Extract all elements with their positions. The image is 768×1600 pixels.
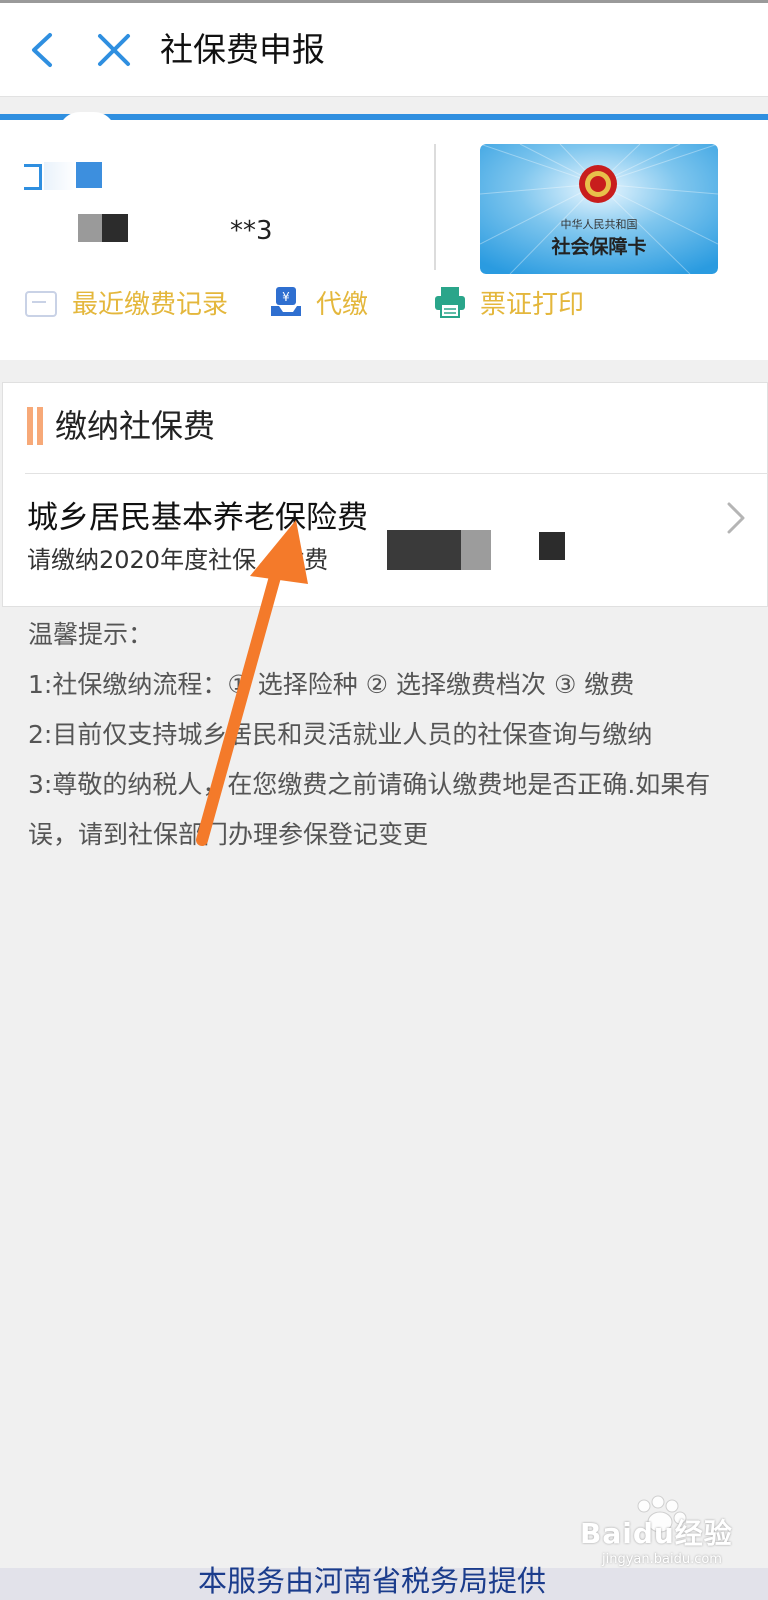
id-number-tail: **3	[230, 216, 273, 246]
link-label: 票证打印	[480, 289, 585, 320]
close-icon	[98, 34, 130, 66]
link-label: 代缴	[316, 289, 369, 320]
footer-text: 本服务由河南省税务局提供	[198, 1564, 547, 1598]
link-proxy-payment[interactable]: ¥ 代缴	[268, 280, 368, 324]
item-subtitle: 请缴纳2020年度社保，缴费	[27, 546, 329, 574]
name-fragment	[24, 164, 42, 190]
pension-insurance-item[interactable]: 城乡居民基本养老保险费 请缴纳2020年度社保，缴费	[3, 474, 768, 606]
section-accent-bar	[27, 407, 43, 445]
vertical-divider	[434, 144, 436, 270]
social-security-card-image: 中华人民共和国 社会保障卡	[480, 144, 718, 274]
amount-mask	[387, 530, 463, 570]
amount-mask	[539, 532, 565, 560]
amount-mask	[461, 530, 491, 570]
record-icon	[25, 291, 57, 317]
back-chevron-icon	[32, 33, 52, 67]
pay-section: 缴纳社保费 城乡居民基本养老保险费 请缴纳2020年度社保，缴费	[2, 382, 768, 607]
watermark-url: jingyan.baidu.com	[602, 1552, 722, 1567]
link-label: 最近缴费记录	[72, 289, 229, 320]
app-header: 社保费申报	[0, 3, 768, 97]
tips-block: 温馨提示： 1:社保缴纳流程：① 选择险种 ② 选择缴费档次 ③ 缴费 2:目前…	[28, 610, 748, 860]
amount-mask	[391, 570, 651, 600]
printer-icon	[435, 287, 465, 318]
name-blur	[44, 162, 76, 190]
payment-icon: ¥	[271, 287, 301, 316]
page-title: 社保费申报	[160, 30, 325, 69]
user-info-card: **3 中华人民共和国 社会保障卡 最近缴费记录 ¥ 代缴 票证打印	[0, 120, 768, 360]
tip-line-1: 1:社保缴纳流程：① 选择险种 ② 选择缴费档次 ③ 缴费	[28, 670, 635, 699]
svg-text:¥: ¥	[282, 290, 290, 304]
card-country-text: 中华人民共和国	[560, 218, 638, 231]
link-recent-records[interactable]: 最近缴费记录	[24, 280, 228, 324]
item-title: 城乡居民基本养老保险费	[27, 500, 368, 536]
name-mask	[76, 162, 102, 188]
link-receipt-print[interactable]: 票证打印	[432, 280, 584, 324]
back-button[interactable]	[22, 27, 64, 73]
section-title: 缴纳社保费	[55, 407, 216, 445]
close-button[interactable]	[92, 27, 136, 73]
tip-line-2: 2:目前仅支持城乡居民和灵活就业人员的社保查询与缴纳	[28, 720, 653, 749]
id-mask-left	[78, 214, 102, 242]
id-mask-right	[102, 214, 128, 242]
watermark-brand: Baidu经验	[580, 1517, 733, 1550]
tips-title: 温馨提示：	[28, 620, 154, 649]
chevron-right-icon	[727, 502, 745, 534]
card-name-text: 社会保障卡	[551, 236, 647, 258]
tip-line-3: 3:尊敬的纳税人，在您缴费之前请确认缴费地是否正确.如果有误，请到社保部门办理参…	[28, 770, 711, 849]
